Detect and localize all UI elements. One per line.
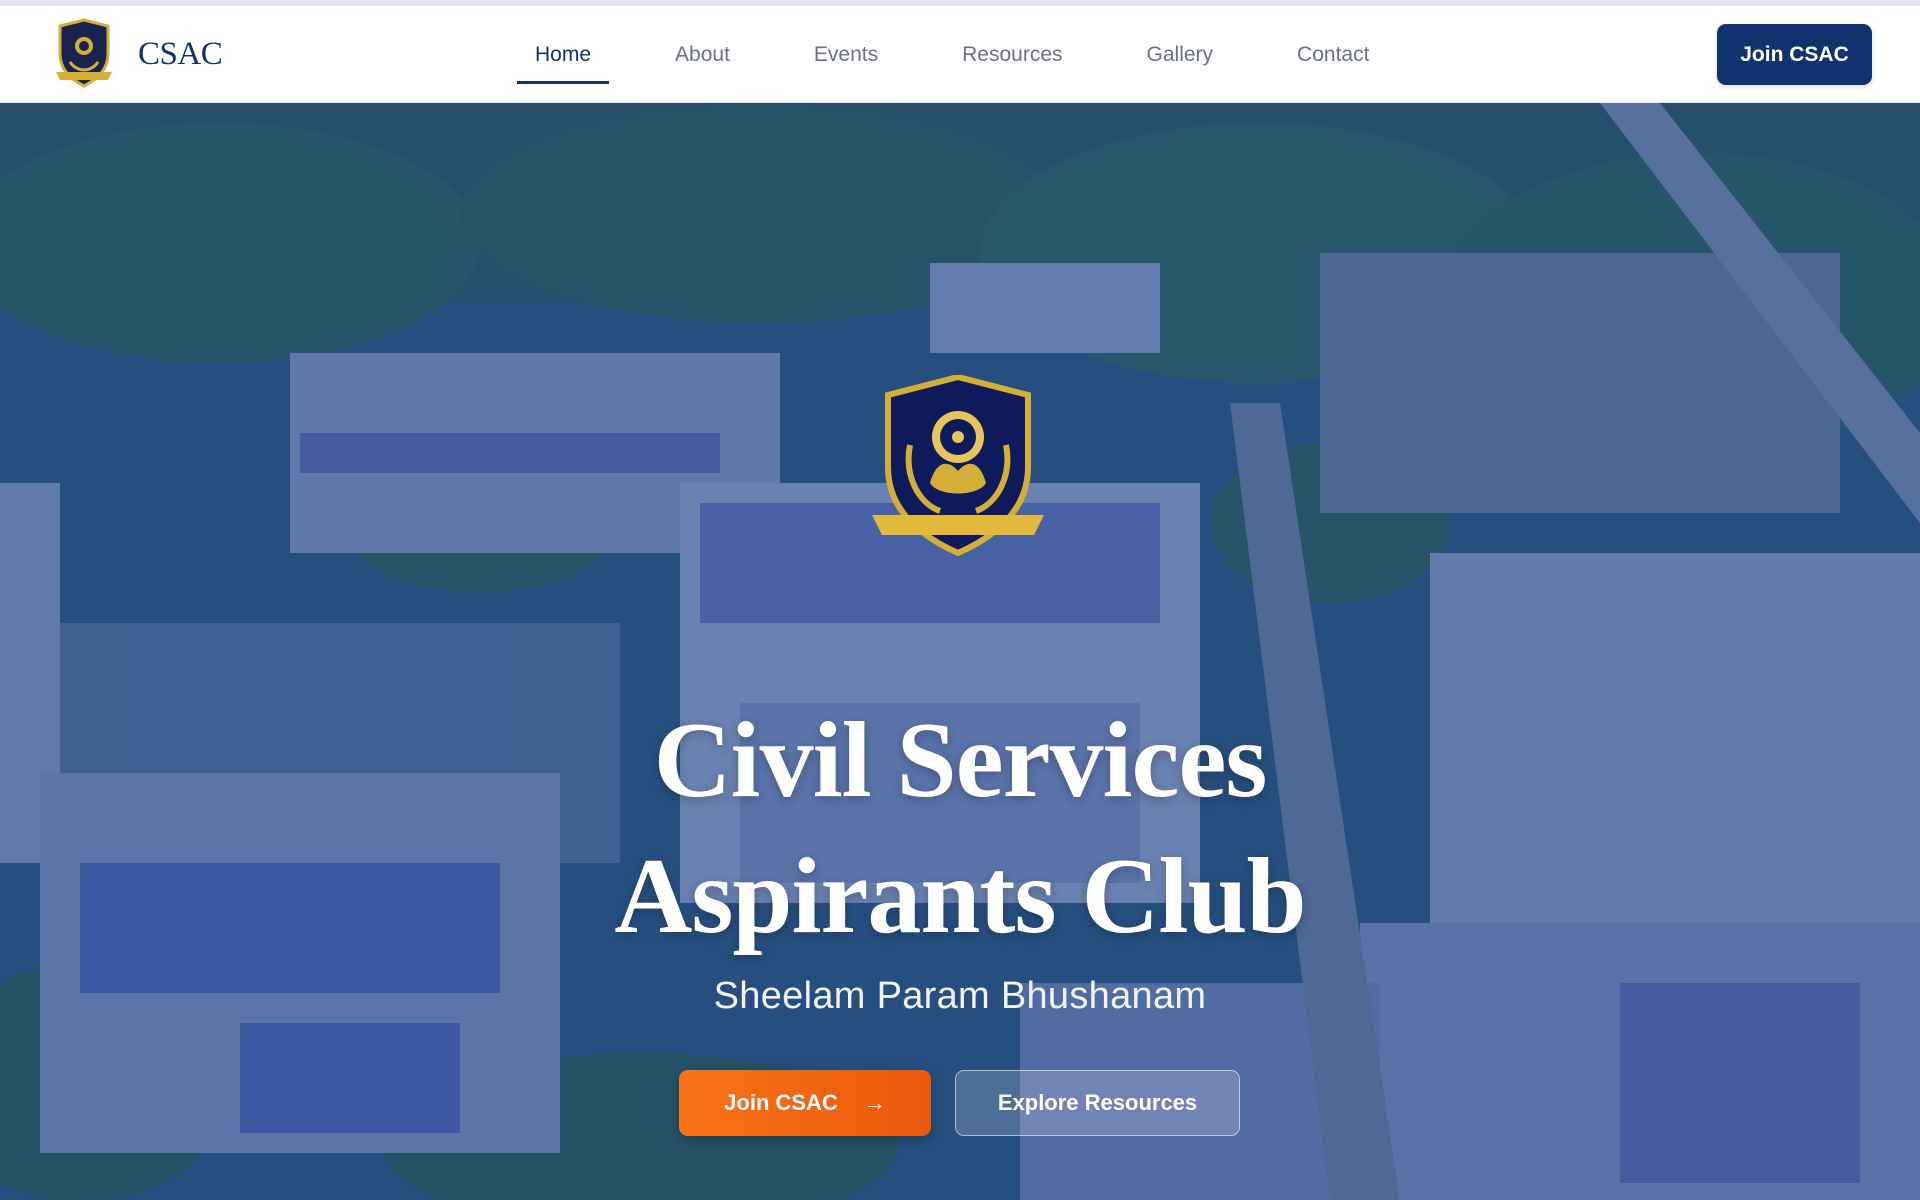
hero-title: Civil Services Aspirants Club xyxy=(460,693,1460,965)
csac-logo-icon xyxy=(56,18,112,88)
nav-contact[interactable]: Contact xyxy=(1279,6,1387,103)
join-csac-hero-button[interactable]: Join CSAC → xyxy=(679,1070,931,1136)
hero-title-line-1: Civil Services xyxy=(653,701,1268,820)
hero-title-line-2: Aspirants Club xyxy=(614,837,1306,956)
nav-events[interactable]: Events xyxy=(796,6,896,103)
hero-subtitle: Sheelam Param Bhushanam xyxy=(713,975,1207,1017)
arrow-right-icon: → xyxy=(863,1090,886,1115)
explore-resources-button[interactable]: Explore Resources xyxy=(955,1070,1240,1136)
nav-gallery[interactable]: Gallery xyxy=(1129,6,1232,103)
hero-section: Civil Services Aspirants Club Sheelam Pa… xyxy=(0,103,1920,1200)
hero-overlay xyxy=(0,103,1920,1200)
join-csac-nav-button[interactable]: Join CSAC xyxy=(1717,24,1872,85)
navbar: CSAC Home About Events Resources Gallery… xyxy=(0,6,1920,103)
nav-about[interactable]: About xyxy=(657,6,748,103)
academy-crest-icon xyxy=(872,375,1044,557)
main-nav: Home About Events Resources Gallery Cont… xyxy=(517,6,1435,103)
join-csac-hero-label: Join CSAC xyxy=(724,1090,838,1115)
brand[interactable]: CSAC xyxy=(52,18,223,90)
nav-home[interactable]: Home xyxy=(517,6,610,103)
nav-resources[interactable]: Resources xyxy=(944,6,1080,103)
brand-name: CSAC xyxy=(138,35,223,72)
